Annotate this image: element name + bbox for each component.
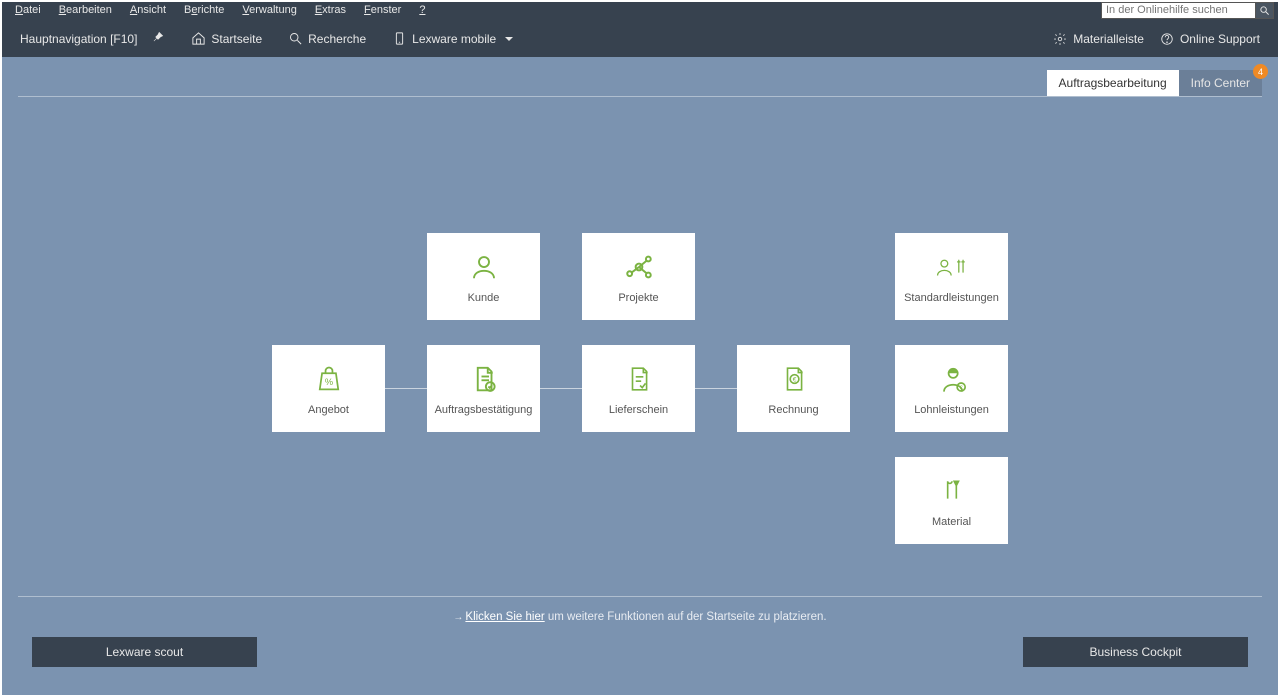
add-functions-link[interactable]: Klicken Sie hier [465, 611, 544, 623]
worker-tools-icon [935, 250, 969, 284]
bottom-button-row: Lexware scout Business Cockpit [0, 637, 1280, 697]
pin-icon[interactable] [151, 30, 165, 47]
menu-bar: Datei Bearbeiten Ansicht Berichte Verwal… [0, 0, 1280, 20]
hint-text: um weitere Funktionen auf der Startseite… [545, 611, 827, 623]
menu-verwaltung[interactable]: Verwaltung [233, 0, 305, 20]
menu-extras[interactable]: Extras [306, 0, 355, 20]
tile-lohnleistungen[interactable]: € Lohnleistungen [895, 345, 1008, 432]
tile-lieferschein[interactable]: Lieferschein [582, 345, 695, 432]
invoice-euro-icon: € [777, 362, 811, 396]
menu-berichte[interactable]: Berichte [175, 0, 233, 20]
lexware-mobile-button[interactable]: Lexware mobile [392, 31, 513, 46]
menu-fenster[interactable]: Fenster [355, 0, 410, 20]
tile-auftragsbestaetigung[interactable]: Auftragsbestätigung [427, 345, 540, 432]
tab-info-center[interactable]: Info Center 4 [1179, 70, 1262, 96]
menu-datei[interactable]: Datei [6, 0, 50, 20]
menu-help[interactable]: ? [410, 0, 434, 20]
document-check-icon [467, 362, 501, 396]
search-input[interactable] [1101, 2, 1256, 19]
connector [540, 388, 582, 389]
tile-area: Kunde Projekte Standardleistungen % Ange… [0, 97, 1280, 596]
tools-icon [935, 474, 969, 508]
tile-angebot[interactable]: % Angebot [272, 345, 385, 432]
search-button[interactable] [1256, 2, 1274, 19]
gear-icon [1053, 32, 1067, 46]
materialleiste-button[interactable]: Materialleiste [1053, 32, 1144, 46]
svg-text:€: € [792, 376, 796, 383]
tile-projekte[interactable]: Projekte [582, 233, 695, 320]
business-cockpit-button[interactable]: Business Cockpit [1023, 637, 1248, 667]
online-support-button[interactable]: Online Support [1160, 32, 1260, 46]
tab-strip: Auftragsbearbeitung Info Center 4 [18, 57, 1262, 97]
search-icon [1259, 5, 1270, 16]
hauptnavigation-label[interactable]: Hauptnavigation [F10] [20, 32, 137, 46]
network-icon [622, 250, 656, 284]
svg-text:%: % [324, 376, 332, 386]
tile-material[interactable]: Material [895, 457, 1008, 544]
tile-rechnung[interactable]: € Rechnung [737, 345, 850, 432]
tab-auftragsbearbeitung[interactable]: Auftragsbearbeitung [1047, 70, 1179, 96]
startseite-button[interactable]: Startseite [191, 31, 262, 46]
person-icon [467, 250, 501, 284]
home-icon [191, 31, 206, 46]
lexware-scout-button[interactable]: Lexware scout [32, 637, 257, 667]
connector [695, 388, 737, 389]
recherche-button[interactable]: Recherche [288, 31, 366, 46]
arrow-right-icon: → [453, 612, 463, 623]
main-area: Auftragsbearbeitung Info Center 4 Kunde … [0, 57, 1280, 697]
tile-standardleistungen[interactable]: Standardleistungen [895, 233, 1008, 320]
connector [385, 388, 427, 389]
document-icon [622, 362, 656, 396]
menu-bearbeiten[interactable]: Bearbeiten [50, 0, 121, 20]
search-icon [288, 31, 303, 46]
tile-kunde[interactable]: Kunde [427, 233, 540, 320]
worker-euro-icon: € [935, 362, 969, 396]
menu-ansicht[interactable]: Ansicht [121, 0, 175, 20]
chevron-down-icon [505, 37, 513, 41]
toolbar: Hauptnavigation [F10] Startseite Recherc… [0, 20, 1280, 57]
notification-badge: 4 [1253, 64, 1268, 79]
mobile-icon [392, 31, 407, 46]
hint-row: →Klicken Sie hier um weitere Funktionen … [18, 596, 1262, 637]
bag-percent-icon: % [312, 362, 346, 396]
help-icon [1160, 32, 1174, 46]
